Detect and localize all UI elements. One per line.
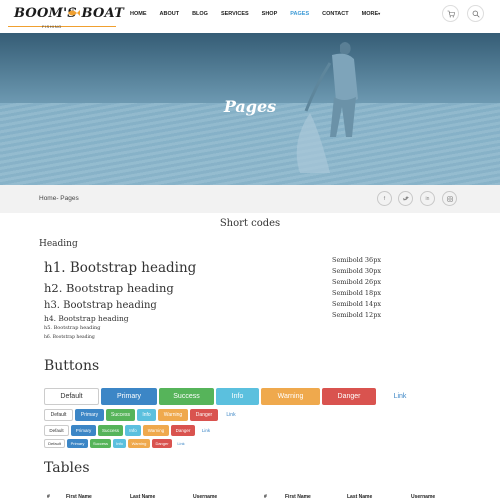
- default-button[interactable]: Default: [44, 439, 65, 448]
- fish-icon: [68, 7, 80, 16]
- nav-pages[interactable]: PAGES: [290, 11, 309, 17]
- default-button[interactable]: Default: [44, 425, 69, 436]
- logo-underline: [8, 26, 116, 27]
- info-button[interactable]: Info: [113, 439, 126, 448]
- nav-about[interactable]: ABOUT: [160, 11, 180, 17]
- link-button[interactable]: Link: [221, 409, 241, 421]
- breadcrumb[interactable]: Home- Pages: [39, 195, 79, 202]
- table-header-last-name: Last Name: [347, 494, 373, 500]
- semibold-26: Semibold 26px: [332, 278, 382, 286]
- cart-icon[interactable]: [442, 5, 459, 22]
- default-button[interactable]: Default: [44, 409, 73, 421]
- info-button[interactable]: Info: [137, 409, 156, 421]
- semibold-18: Semibold 18px: [332, 289, 382, 297]
- table-header-index: #: [47, 494, 50, 500]
- info-button[interactable]: Info: [216, 388, 259, 405]
- semibold-30: Semibold 30px: [332, 267, 382, 275]
- table-header-first-name: First Name: [285, 494, 311, 500]
- h2-sample: h2. Bootstrap heading: [44, 281, 174, 295]
- twitter-icon[interactable]: [398, 191, 413, 206]
- info-button[interactable]: Info: [125, 425, 141, 436]
- table-header-username: Username: [411, 494, 436, 500]
- tables-title: Tables: [44, 460, 90, 476]
- facebook-icon[interactable]: f: [377, 191, 392, 206]
- table-header-index: #: [264, 494, 267, 500]
- success-button[interactable]: Success: [98, 425, 123, 436]
- instagram-icon[interactable]: [442, 191, 457, 206]
- table-header-username: Username: [193, 494, 218, 500]
- heading-label: Heading: [39, 239, 78, 249]
- warning-button[interactable]: Warning: [158, 409, 188, 421]
- h3-sample: h3. Bootstrap heading: [44, 300, 157, 311]
- danger-button[interactable]: Danger: [322, 388, 376, 405]
- warning-button[interactable]: Warning: [128, 439, 150, 448]
- warning-button[interactable]: Warning: [143, 425, 169, 436]
- main-nav: HOME ABOUT BLOG SERVICES SHOP PAGES CONT…: [130, 11, 393, 17]
- semibold-36: Semibold 36px: [332, 256, 382, 264]
- nav-services[interactable]: SERVICES: [221, 11, 249, 17]
- success-button[interactable]: Success: [106, 409, 135, 421]
- logo[interactable]: BOOM'S BOAT FISHING: [6, 5, 124, 29]
- nav-shop[interactable]: SHOP: [262, 11, 278, 17]
- section-title: Short codes: [219, 218, 281, 229]
- semibold-14: Semibold 14px: [332, 300, 382, 308]
- nav-more[interactable]: MORE▾: [362, 11, 381, 17]
- nav-more-label: MORE: [361, 11, 379, 17]
- h6-sample: h6. Bootstrap heading: [44, 335, 95, 340]
- hero-title: Pages: [223, 97, 277, 116]
- semibold-12: Semibold 12px: [332, 311, 382, 319]
- primary-button[interactable]: Primary: [75, 409, 104, 421]
- primary-button[interactable]: Primary: [71, 425, 96, 436]
- hero-banner: Pages: [0, 33, 500, 185]
- success-button[interactable]: Success: [90, 439, 111, 448]
- table-header-last-name: Last Name: [130, 494, 156, 500]
- site-header: BOOM'S BOAT FISHING HOME ABOUT BLOG SERV…: [0, 0, 500, 32]
- primary-button[interactable]: Primary: [101, 388, 157, 405]
- breadcrumb-bar: Home- Pages f in: [0, 185, 500, 213]
- link-button[interactable]: Link: [380, 388, 420, 405]
- success-button[interactable]: Success: [159, 388, 214, 405]
- nav-blog[interactable]: BLOG: [192, 11, 208, 17]
- h1-sample: h1. Bootstrap heading: [44, 260, 197, 276]
- buttons-title: Buttons: [44, 358, 100, 374]
- warning-button[interactable]: Warning: [261, 388, 320, 405]
- danger-button[interactable]: Danger: [152, 439, 172, 448]
- chevron-down-icon: ▾: [378, 11, 381, 16]
- linkedin-icon[interactable]: in: [420, 191, 435, 206]
- link-button[interactable]: Link: [197, 425, 215, 436]
- primary-button[interactable]: Primary: [67, 439, 88, 448]
- search-icon[interactable]: [467, 5, 484, 22]
- hero-sky: [0, 33, 500, 103]
- logo-subtitle: FISHING: [42, 24, 62, 29]
- h4-sample: h4. Bootstrap heading: [44, 314, 129, 323]
- link-button[interactable]: Link: [174, 439, 188, 448]
- h5-sample: h5. Bootstrap heading: [44, 325, 101, 331]
- nav-home[interactable]: HOME: [130, 11, 147, 17]
- table-header-first-name: First Name: [66, 494, 92, 500]
- danger-button[interactable]: Danger: [190, 409, 218, 421]
- default-button[interactable]: Default: [44, 388, 99, 405]
- nav-contact[interactable]: CONTACT: [322, 11, 348, 17]
- danger-button[interactable]: Danger: [171, 425, 195, 436]
